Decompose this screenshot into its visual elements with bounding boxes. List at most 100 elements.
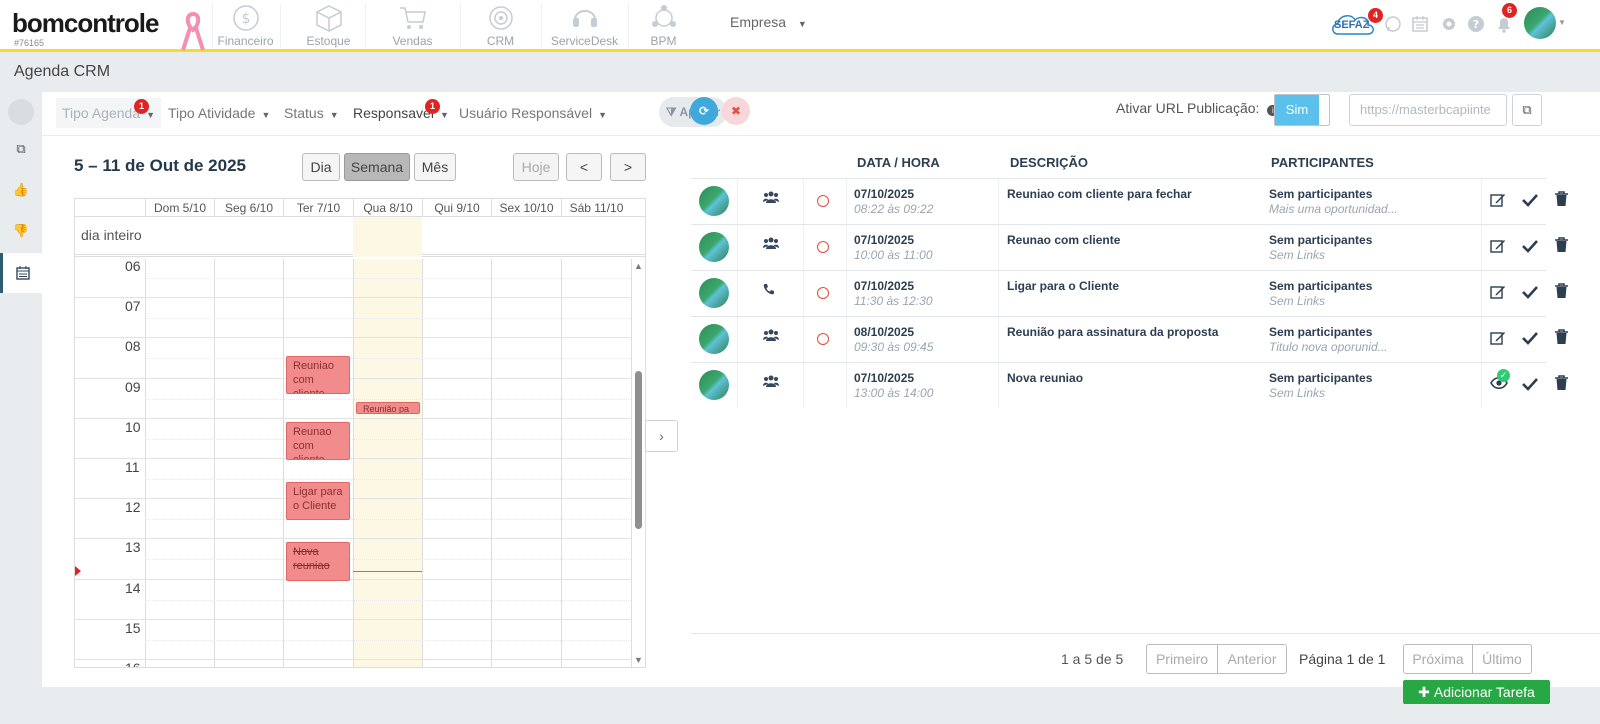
scroll-down-icon[interactable]: ▼ — [634, 655, 643, 665]
empresa-dropdown[interactable]: Empresa ▼ — [730, 14, 807, 30]
delete-task-icon[interactable] — [1555, 191, 1568, 212]
hour-row[interactable]: 08 — [75, 337, 631, 377]
pagination-previous-button[interactable]: Anterior — [1217, 644, 1287, 674]
scrollbar-thumb[interactable] — [635, 371, 642, 529]
task-description[interactable]: Reuniao com cliente para fechar — [1007, 187, 1192, 201]
task-row[interactable]: 07/10/2025 08:22 às 09:22 Reuniao com clie… — [691, 178, 1568, 224]
view-week-button[interactable]: Semana — [344, 153, 410, 181]
task-row[interactable]: 07/10/2025 11:30 às 12:30 Ligar para o Cli… — [691, 270, 1568, 316]
task-row[interactable]: 07/10/2025 10:00 às 11:00 Reunao com clien… — [691, 224, 1568, 270]
hour-row[interactable]: 12 — [75, 498, 631, 538]
filter-usuario-responsavel[interactable]: Usuário Responsável ▼ — [453, 98, 613, 128]
calendar-event[interactable]: Nova reuniao — [286, 542, 350, 581]
task-row[interactable]: 07/10/2025 13:00 às 14:00 Nova reuniao Sem … — [691, 362, 1568, 408]
module-servicedesk[interactable]: ServiceDesk — [541, 4, 627, 48]
next-week-button[interactable]: > — [610, 153, 646, 181]
calendar-event[interactable]: Ligar para o Cliente — [286, 482, 350, 521]
divider — [1481, 271, 1482, 316]
user-avatar[interactable] — [699, 232, 729, 262]
calendar-icon[interactable] — [1411, 15, 1431, 35]
refresh-button[interactable]: ⟳ — [690, 97, 718, 125]
filter-status[interactable]: Status ▼ — [278, 98, 345, 128]
delete-task-icon[interactable] — [1555, 283, 1568, 304]
calendar-event[interactable]: Reunao com cliente — [286, 421, 350, 460]
sidebar-item-calendar[interactable] — [0, 253, 42, 293]
pagination-first-button[interactable]: Primeiro — [1146, 644, 1218, 674]
user-avatar[interactable] — [1524, 7, 1556, 39]
module-vendas[interactable]: Vendas — [365, 4, 459, 48]
edit-task-icon[interactable] — [1490, 192, 1506, 213]
calendar-event[interactable]: Reunião pa — [356, 401, 420, 414]
hour-row[interactable]: 09 — [75, 377, 631, 418]
whatsapp-icon[interactable] — [1384, 15, 1404, 35]
task-description[interactable]: Reunião para assinatura da proposta — [1007, 325, 1218, 339]
hour-row[interactable]: 16 — [75, 659, 631, 667]
help-icon[interactable]: ? — [1467, 15, 1487, 35]
calendar-scrollbar[interactable]: ▲ ▼ — [633, 259, 645, 667]
delete-task-icon[interactable] — [1555, 375, 1568, 396]
calendar-event[interactable]: Reuniao com cliente — [286, 356, 350, 395]
sidebar-item-lost[interactable]: 👎 — [0, 211, 42, 251]
view-month-button[interactable]: Mês — [414, 153, 456, 181]
complete-task-icon[interactable] — [1522, 285, 1538, 304]
sidebar-item-copy[interactable]: ⧉ — [0, 129, 42, 169]
sefaz-button[interactable]: SEFAZ 4 — [1330, 8, 1383, 38]
day-header: Sex 10/10 — [491, 199, 561, 217]
hour-row[interactable]: 14 — [75, 578, 631, 619]
expand-panel-button[interactable]: › — [645, 420, 678, 452]
calendar-time-grid[interactable]: 06 07 08 09 10 11 12 13 14 15 16 Reuniao com client… — [75, 259, 645, 667]
edit-task-icon[interactable] — [1490, 238, 1506, 259]
hour-row[interactable]: 10 — [75, 417, 631, 458]
sidebar-item-won[interactable]: 👍 — [0, 170, 42, 210]
complete-task-icon[interactable] — [1522, 239, 1538, 258]
module-financeiro[interactable]: $ Financeiro — [212, 4, 278, 48]
task-description[interactable]: Nova reuniao — [1007, 371, 1083, 385]
filter-tipo-atividade[interactable]: Tipo Atividade ▼ — [162, 98, 276, 128]
delete-task-icon[interactable] — [1555, 329, 1568, 350]
module-bpm[interactable]: BPM — [628, 4, 698, 48]
edit-task-icon[interactable] — [1490, 330, 1506, 351]
complete-task-icon[interactable] — [1522, 193, 1538, 212]
view-day-button[interactable]: Dia — [302, 153, 340, 181]
hour-row[interactable]: 15 — [75, 618, 631, 659]
task-description[interactable]: Reunao com cliente — [1007, 233, 1120, 247]
url-publication-toggle[interactable]: Sim — [1274, 94, 1330, 126]
hour-row[interactable]: 07 — [75, 297, 631, 337]
scroll-up-icon[interactable]: ▲ — [634, 261, 643, 271]
clear-filters-button[interactable]: ✖ — [722, 97, 750, 125]
bell-icon[interactable] — [1495, 15, 1515, 35]
copy-url-button[interactable]: ⧉ — [1512, 94, 1542, 126]
dollar-icon: $ — [232, 5, 259, 31]
pagination-last-button[interactable]: Último — [1472, 644, 1532, 674]
filter-responsavel[interactable]: Responsavel ▼ 1 — [347, 98, 455, 128]
all-day-row[interactable]: dia inteiro — [75, 217, 645, 257]
divider — [998, 179, 999, 224]
module-crm[interactable]: CRM — [460, 4, 540, 48]
publication-url-field[interactable]: https://masterbcapiinte — [1349, 94, 1507, 126]
add-task-button[interactable]: ✚ Adicionar Tarefa — [1403, 680, 1550, 704]
brand-logo[interactable]: bomcontrole #76165 — [12, 8, 159, 48]
hour-row[interactable]: 11 — [75, 458, 631, 498]
hour-row[interactable]: 06 — [75, 259, 631, 297]
complete-task-icon[interactable] — [1522, 331, 1538, 350]
delete-task-icon[interactable] — [1555, 237, 1568, 258]
hour-row[interactable]: 13 — [75, 538, 631, 578]
user-avatar[interactable] — [699, 278, 729, 308]
pagination-next-button[interactable]: Próxima — [1403, 644, 1473, 674]
task-row[interactable]: 08/10/2025 09:30 às 09:45 Reunião para ass… — [691, 316, 1568, 362]
user-avatar[interactable] — [699, 324, 729, 354]
today-button[interactable]: Hoje — [513, 153, 559, 181]
sidebar-item-logo[interactable] — [0, 92, 42, 132]
group-icon — [763, 191, 779, 206]
complete-task-icon[interactable] — [1522, 377, 1538, 396]
prev-week-button[interactable]: < — [566, 153, 602, 181]
edit-task-icon[interactable] — [1490, 284, 1506, 305]
chevron-right-icon: › — [659, 428, 664, 444]
task-description[interactable]: Ligar para o Cliente — [1007, 279, 1119, 293]
chevron-down-icon[interactable]: ▼ — [1558, 18, 1566, 27]
filter-tipo-agenda[interactable]: Tipo Agenda ▼ 1 — [56, 98, 162, 128]
module-estoque[interactable]: Estoque — [280, 4, 376, 48]
gear-icon[interactable] — [1440, 15, 1460, 35]
user-avatar[interactable] — [699, 186, 729, 216]
user-avatar[interactable] — [699, 370, 729, 400]
